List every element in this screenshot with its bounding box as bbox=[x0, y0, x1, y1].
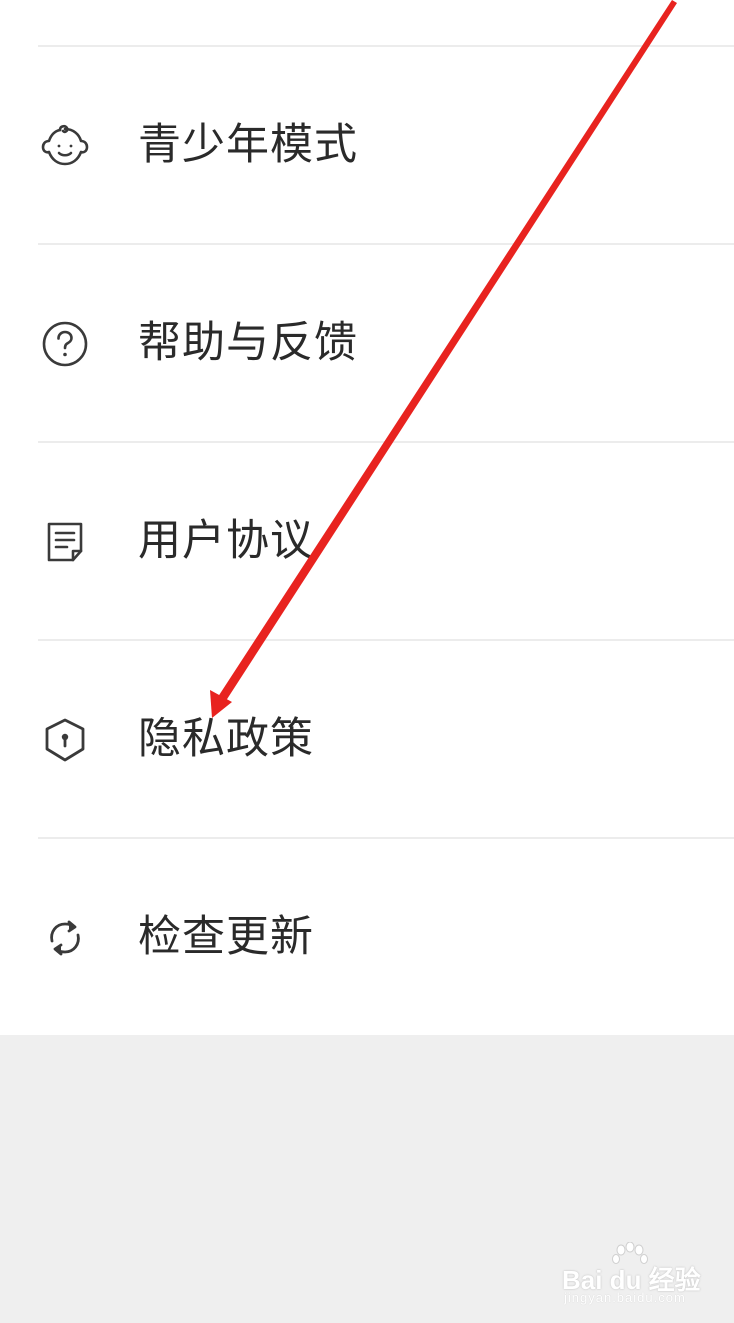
menu-item-check-update[interactable]: 检查更新 bbox=[0, 839, 734, 1035]
document-icon bbox=[40, 517, 90, 567]
baby-face-icon bbox=[40, 121, 90, 171]
watermark-domain: jingyan.baidu.com bbox=[564, 1290, 686, 1305]
menu-item-label: 用户协议 bbox=[138, 516, 314, 566]
menu-item-label: 检查更新 bbox=[138, 912, 314, 962]
menu-item-user-agreement[interactable]: 用户协议 bbox=[0, 443, 734, 639]
menu-item-help-feedback[interactable]: 帮助与反馈 bbox=[0, 245, 734, 441]
help-circle-icon bbox=[40, 319, 90, 369]
menu-item-privacy-policy[interactable]: 隐私政策 bbox=[0, 641, 734, 837]
menu-item-teen-mode[interactable]: 青少年模式 bbox=[0, 47, 734, 243]
menu-item-label: 帮助与反馈 bbox=[138, 318, 358, 368]
menu-item-label: 隐私政策 bbox=[138, 714, 314, 764]
shield-lock-icon bbox=[40, 715, 90, 765]
baidu-jingyan-watermark: Bai du 经验 jingyan.baidu.com bbox=[560, 1240, 710, 1310]
refresh-icon bbox=[40, 913, 90, 963]
menu-item-label: 青少年模式 bbox=[138, 120, 358, 170]
settings-menu: 青少年模式 帮助与反馈 用户协议 隐私政策 检查更新 bbox=[0, 0, 734, 1035]
